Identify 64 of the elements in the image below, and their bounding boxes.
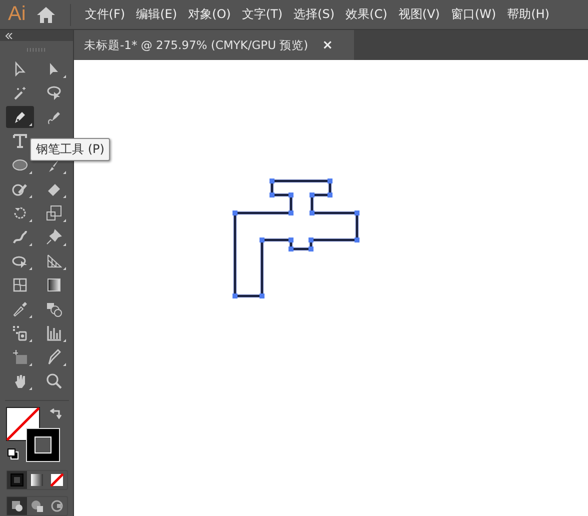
draw-behind-icon [28, 498, 44, 514]
corner-triangle-icon [28, 123, 32, 126]
gradient-icon [46, 277, 62, 294]
corner-triangle-icon [28, 315, 32, 318]
mode-button[interactable] [6, 497, 26, 516]
menu-item[interactable]: 效果(C) [340, 6, 392, 23]
menu-item[interactable]: 编辑(E) [130, 6, 182, 23]
menu-item[interactable]: 选择(S) [288, 6, 340, 23]
menu-item[interactable]: 文件(F) [78, 6, 130, 23]
collapse-icon[interactable] [5, 32, 13, 39]
corner-triangle-icon [62, 267, 66, 270]
home-icon[interactable] [36, 6, 56, 24]
corner-triangle-icon [28, 339, 32, 342]
stroke-swatch[interactable] [26, 428, 60, 462]
corner-triangle-icon [28, 171, 32, 174]
eyedropper-icon [12, 301, 28, 318]
type-icon [12, 133, 28, 150]
lasso-icon [46, 85, 62, 102]
squiggle-icon [12, 229, 28, 246]
corner-triangle-icon [28, 219, 32, 222]
corner-triangle-icon [62, 195, 66, 198]
corner-triangle-icon [62, 243, 66, 246]
perspective-grid-icon [46, 253, 62, 270]
pin-icon [46, 229, 62, 246]
zoom-icon [46, 373, 62, 390]
color-mode-icon [8, 472, 24, 488]
menu-item[interactable]: 窗口(W) [444, 6, 502, 23]
draw-inside-icon [48, 498, 64, 514]
corner-triangle-icon [62, 339, 66, 342]
menu-item[interactable]: 文字(T) [236, 6, 288, 23]
shapes-icon [46, 301, 62, 318]
rotate-icon [12, 205, 28, 222]
mesh-icon [12, 277, 28, 294]
menu-item[interactable]: 对象(O) [182, 6, 236, 23]
eraser-icon [46, 181, 62, 198]
artboard-icon [12, 349, 28, 366]
tool-button[interactable] [6, 106, 34, 128]
corner-triangle-icon [28, 267, 32, 270]
panel-grip-icon[interactable] [26, 48, 48, 52]
corner-triangle-icon [28, 387, 32, 390]
document-tab[interactable]: 未标题-1* @ 275.97% (CMYK/GPU 预览) × [74, 30, 354, 60]
menu-item[interactable]: 视图(V) [392, 6, 445, 23]
app-logo: Ai [8, 3, 26, 26]
corner-triangle-icon [28, 195, 32, 198]
corner-triangle-icon [62, 363, 66, 366]
wand-icon [12, 85, 28, 102]
curvy-pen-icon [46, 109, 62, 126]
default-colors-icon[interactable] [6, 448, 18, 460]
ellipse-icon [12, 157, 28, 174]
corner-triangle-icon [28, 243, 32, 246]
tooltip: 钢笔工具 (P) [30, 138, 110, 161]
knife-icon [46, 349, 62, 366]
spray-can-icon [12, 325, 28, 342]
swap-icon[interactable] [50, 407, 62, 420]
corner-triangle-icon [62, 171, 66, 174]
scale-icon [46, 205, 62, 222]
gradient-icon [28, 472, 44, 488]
none-icon [48, 472, 64, 488]
corner-triangle-icon [62, 75, 66, 78]
corner-triangle-icon [62, 219, 66, 222]
corner-triangle-icon [28, 363, 32, 366]
menu-item[interactable]: 帮助(H) [501, 6, 554, 23]
close-icon[interactable]: × [322, 38, 334, 52]
bar-graph-icon [46, 325, 62, 342]
